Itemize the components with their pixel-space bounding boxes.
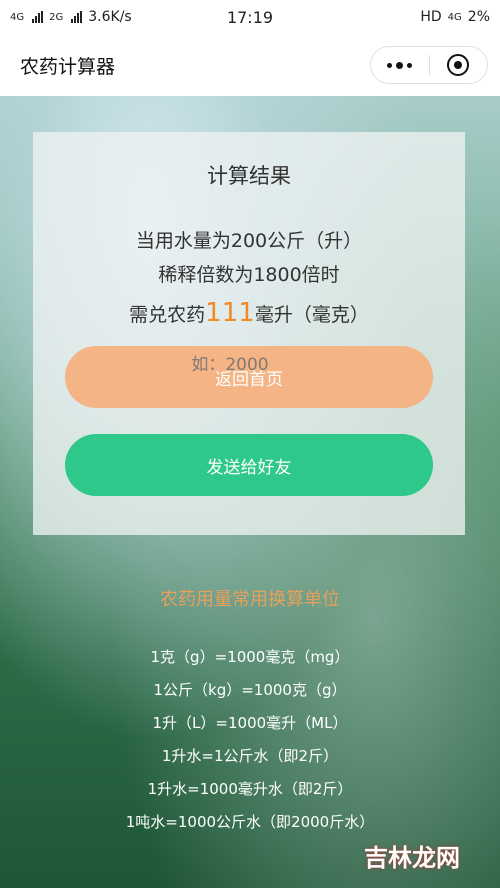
mini-program-capsule [370, 46, 488, 84]
unit-row: 1吨水=1000公斤水（即2000斤水） [125, 813, 375, 831]
unit-row: 1公斤（kg）=1000克（g） [153, 681, 347, 699]
status-bar: 4G 2G 3.6K/s 17:19 HD 4G 2% [0, 0, 500, 34]
pesticide-suffix: 毫升（毫克） [254, 304, 369, 326]
unit-conversion-section: 农药用量常用换算单位 1克（g）=1000毫克（mg） 1公斤（kg）=1000… [0, 585, 500, 839]
clock: 17:19 [226, 7, 274, 27]
send-to-friend-button[interactable]: 发送给好友 [65, 434, 433, 496]
more-dots-icon [387, 61, 413, 69]
unit-row: 1克（g）=1000毫克（mg） [150, 648, 350, 666]
pesticide-value: 111 [205, 298, 255, 328]
close-target-icon [447, 54, 470, 76]
signal-icon [32, 11, 44, 23]
unit-conversion-title: 农药用量常用换算单位 [160, 589, 340, 610]
watermark-logo: 吉林龙网 [364, 844, 460, 872]
more-button[interactable] [371, 47, 429, 83]
hd-indicator: HD [420, 9, 442, 25]
pesticide-prefix: 需兑农药 [129, 304, 206, 326]
status-right: HD 4G 2% [420, 9, 490, 25]
status-left: 4G 2G 3.6K/s [10, 9, 132, 25]
battery-percent: 2% [467, 9, 490, 25]
network-speed: 3.6K/s [88, 9, 132, 25]
unit-conversion-list: 1克（g）=1000毫克（mg） 1公斤（kg）=1000克（g） 1升（L）=… [0, 641, 500, 839]
network-type-2: 2G [49, 11, 64, 23]
nav-bar: 农药计算器 [0, 34, 500, 96]
signal-icon-2 [71, 11, 83, 23]
network-type-3: 4G [447, 11, 462, 23]
input-placeholder: 如：2000 [191, 355, 269, 375]
result-title: 计算结果 [207, 164, 291, 188]
page-title: 农药计算器 [20, 55, 116, 78]
water-amount-text: 当用水量为200公斤（升） [135, 230, 363, 252]
result-card: 计算结果 当用水量为200公斤（升） 稀释倍数为1800倍时 需兑农药111毫升… [33, 132, 465, 535]
unit-row: 1升（L）=1000毫升（ML） [152, 714, 348, 732]
unit-row: 1升水=1000毫升水（即2斤） [147, 780, 353, 798]
dilution-ratio-text: 稀释倍数为1800倍时 [158, 264, 340, 286]
unit-row: 1升水=1公斤水（即2斤） [161, 747, 339, 765]
close-button[interactable] [430, 47, 488, 83]
network-type-1: 4G [10, 11, 25, 23]
pesticide-amount-text: 需兑农药111毫升（毫克） [33, 298, 465, 328]
